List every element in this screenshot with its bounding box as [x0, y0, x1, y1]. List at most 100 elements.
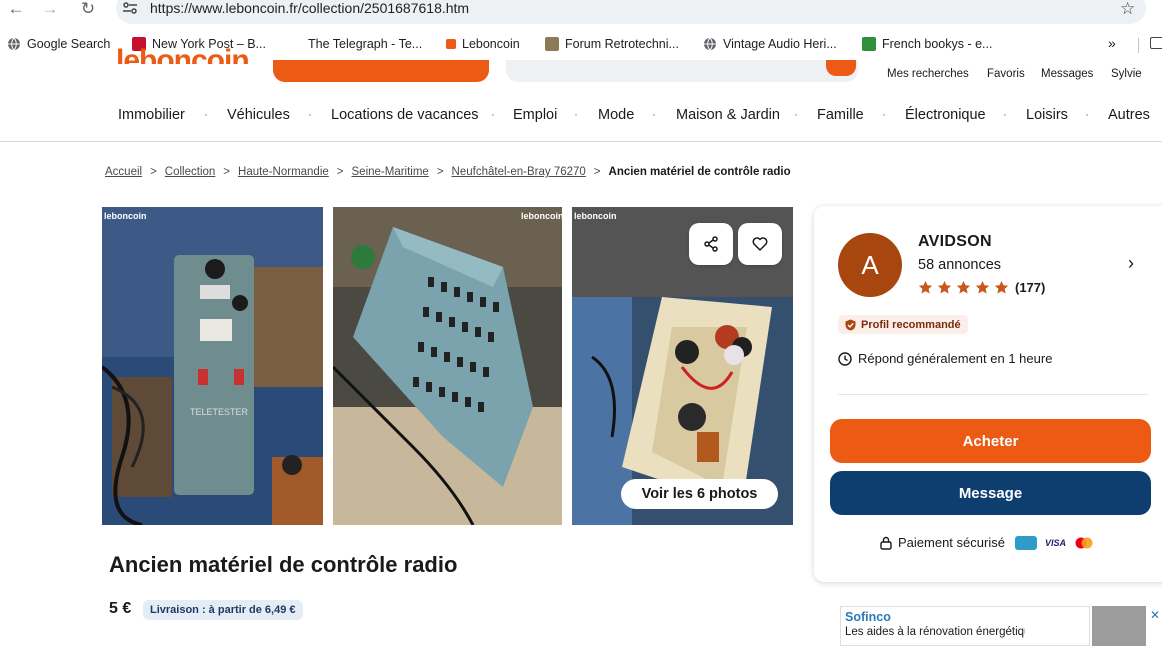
- mastercard-icon: [1075, 537, 1093, 548]
- forward-arrow-icon[interactable]: →: [40, 0, 60, 18]
- category-maison-jardin[interactable]: Maison & Jardin: [676, 107, 780, 123]
- category-mode[interactable]: Mode: [598, 107, 634, 123]
- category-locations-vacances[interactable]: Locations de vacances: [331, 107, 479, 123]
- recommended-profile-badge: Profil recommandé: [838, 315, 968, 334]
- buy-button[interactable]: Acheter: [830, 419, 1151, 463]
- category-immobilier[interactable]: Immobilier: [118, 107, 185, 123]
- response-time: Répond généralement en 1 heure: [838, 351, 1052, 366]
- reload-icon[interactable]: ↻: [78, 0, 98, 18]
- bookmark-label: Google Search: [27, 37, 111, 51]
- seller-avatar[interactable]: A: [838, 233, 902, 297]
- payment-logos: VISA: [1014, 535, 1094, 550]
- breadcrumb-link[interactable]: Neufchâtel-en-Bray 76270: [452, 166, 586, 178]
- bookmark-vintage-audio[interactable]: Vintage Audio Heri...: [703, 37, 837, 51]
- breadcrumb-link[interactable]: Haute-Normandie: [238, 166, 329, 178]
- share-icon: [704, 236, 718, 252]
- bookmark-label: French bookys - e...: [882, 37, 993, 51]
- photo-1-image: TELETESTER: [102, 207, 323, 525]
- seller-rating[interactable]: (177): [918, 280, 1045, 295]
- watermark: leboncoin: [574, 211, 617, 221]
- visa-icon: VISA: [1044, 537, 1066, 548]
- seller-name[interactable]: AVIDSON: [918, 233, 992, 251]
- separator-dot: ·: [794, 107, 798, 121]
- category-emploi[interactable]: Emploi: [513, 107, 557, 123]
- messages-link[interactable]: Messages: [1041, 68, 1093, 80]
- ad-close-icon[interactable]: ✕: [1150, 608, 1160, 622]
- separator-dot: ·: [491, 107, 495, 121]
- breadcrumb-link[interactable]: Seine-Maritime: [352, 166, 429, 178]
- breadcrumb-link[interactable]: Collection: [165, 166, 216, 178]
- seller-ads-count[interactable]: 58 annonces: [918, 257, 1001, 273]
- secure-payment: Paiement sécurisé VISA: [880, 535, 1094, 550]
- breadcrumb-separator: >: [593, 166, 601, 178]
- bookmark-label: Vintage Audio Heri...: [723, 37, 837, 51]
- breadcrumb-link[interactable]: Accueil: [105, 166, 142, 178]
- breadcrumb-separator: >: [436, 166, 444, 178]
- ad-title[interactable]: Sofinco: [845, 610, 891, 624]
- category-vehicules[interactable]: Véhicules: [227, 107, 290, 123]
- separator-dot: ·: [204, 107, 208, 121]
- bookmark-google-search[interactable]: Google Search: [7, 37, 110, 51]
- post-ad-button[interactable]: [273, 60, 489, 82]
- category-electronique[interactable]: Électronique: [905, 107, 986, 123]
- message-button[interactable]: Message: [830, 471, 1151, 515]
- bookmarks-divider: [1138, 38, 1139, 53]
- view-all-photos-button[interactable]: Voir les 6 photos: [621, 479, 778, 509]
- bookmark-star-icon[interactable]: ☆: [1120, 0, 1135, 19]
- url-text[interactable]: https://www.leboncoin.fr/collection/2501…: [150, 0, 469, 17]
- globe-icon: [8, 37, 20, 51]
- ad-image[interactable]: [1092, 606, 1146, 646]
- more-bookmarks-button[interactable]: »: [1108, 35, 1116, 51]
- svg-text:TELETESTER: TELETESTER: [190, 407, 249, 417]
- search-input[interactable]: [506, 60, 858, 82]
- account-link[interactable]: Sylvie: [1111, 68, 1142, 80]
- rating-count: (177): [1015, 280, 1046, 295]
- bookmark-french-bookys[interactable]: French bookys - e...: [862, 37, 992, 51]
- secure-payment-label: Paiement sécurisé: [898, 535, 1005, 550]
- bookmark-label: Leboncoin: [462, 37, 520, 51]
- forum-icon: [545, 37, 559, 51]
- bookmark-label: Forum Retrotechni...: [565, 37, 679, 51]
- favorite-button[interactable]: [738, 223, 782, 265]
- category-famille[interactable]: Famille: [817, 107, 864, 123]
- heart-icon: [752, 237, 768, 251]
- star-icon: [994, 280, 1009, 294]
- favorites-link[interactable]: Favoris: [987, 68, 1025, 80]
- my-searches-link[interactable]: Mes recherches: [887, 68, 969, 80]
- listing-price: 5 €: [109, 600, 132, 617]
- bookmark-telegraph[interactable]: The Telegraph - Te...: [288, 37, 422, 51]
- category-autres[interactable]: Autres: [1108, 107, 1150, 123]
- bookmark-label: The Telegraph - Te...: [308, 37, 423, 51]
- category-loisirs[interactable]: Loisirs: [1026, 107, 1068, 123]
- ad-text[interactable]: Les aides à la rénovation énergétique: [845, 626, 1025, 638]
- globe-icon: [704, 37, 716, 51]
- back-arrow-icon[interactable]: ←: [6, 0, 26, 18]
- separator-dot: ·: [652, 107, 656, 121]
- photo-2[interactable]: leboncoin: [333, 207, 562, 525]
- browser-toolbar: ← → ↻ https://www.leboncoin.fr/collectio…: [0, 0, 1162, 26]
- star-icon: [918, 280, 933, 294]
- leboncoin-icon: [446, 39, 456, 49]
- site-settings-icon[interactable]: [122, 1, 138, 15]
- photo-2-image: [333, 207, 562, 525]
- star-icon: [975, 280, 990, 294]
- folder-icon[interactable]: [1150, 37, 1162, 49]
- listing-title: Ancien matériel de contrôle radio: [109, 552, 458, 577]
- watermark: leboncoin: [104, 211, 147, 221]
- leboncoin-logo[interactable]: leboncoin: [116, 48, 249, 64]
- share-button[interactable]: [689, 223, 733, 265]
- bookmark-leboncoin[interactable]: Leboncoin: [446, 37, 520, 51]
- separator-dot: ·: [574, 107, 578, 121]
- breadcrumb-separator: >: [223, 166, 231, 178]
- photo-1[interactable]: TELETESTER leboncoin: [102, 207, 323, 525]
- clock-icon: [838, 351, 852, 366]
- telegraph-icon: [288, 37, 302, 51]
- breadcrumb-current: Ancien matériel de contrôle radio: [608, 166, 791, 178]
- chevron-right-icon[interactable]: ›: [1128, 253, 1134, 274]
- lock-icon: [880, 536, 892, 550]
- bookmark-forum-retrotechnique[interactable]: Forum Retrotechni...: [545, 37, 679, 51]
- book-icon: [862, 37, 876, 51]
- watermark: leboncoin: [521, 211, 562, 221]
- star-icon: [937, 280, 952, 294]
- search-button[interactable]: [826, 60, 856, 76]
